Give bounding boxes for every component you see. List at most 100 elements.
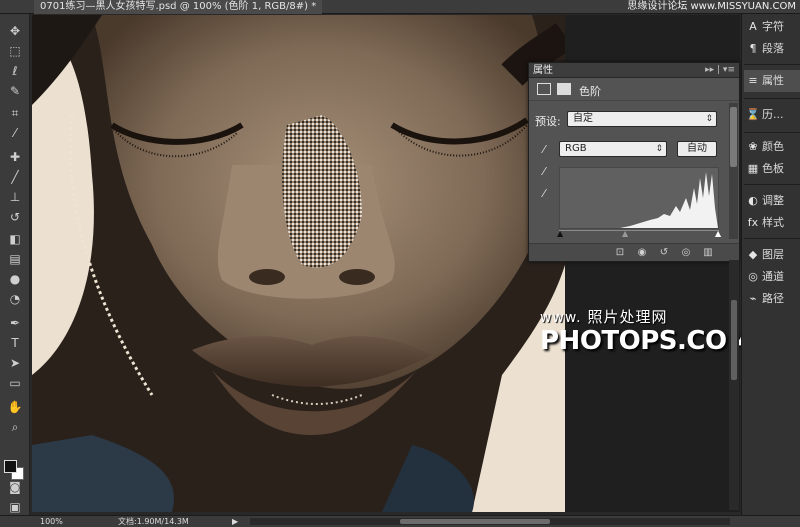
status-menu-arrow-icon[interactable]: ▶ [232, 516, 238, 527]
healing-brush-icon[interactable]: ✚ [5, 148, 25, 166]
screen-mode-icon[interactable]: ▣ [5, 498, 25, 516]
document-canvas[interactable] [32, 15, 565, 512]
dock-item-label: 段落 [762, 42, 784, 55]
set-gray-point-icon[interactable]: ⁄ [537, 165, 551, 179]
path-select-icon[interactable]: ➤ [5, 354, 25, 372]
dock-item-paragraph[interactable]: ¶ 段落 [744, 38, 800, 60]
properties-tab[interactable]: 属性 [533, 63, 553, 78]
layer-mask-icon[interactable] [557, 83, 571, 95]
dock-item-label: 颜色 [762, 140, 784, 153]
dock-item-adjustments[interactable]: ◐ 调整 [744, 190, 800, 212]
dock-item-paths[interactable]: ⌁ 路径 [744, 288, 800, 310]
dock-item-channels[interactable]: ◎ 通道 [744, 266, 800, 288]
layers-icon: ◆ [748, 248, 758, 261]
overlay-watermark-line1: www. 照片处理网 [540, 306, 668, 327]
dock-item-label: 图层 [762, 248, 784, 261]
midtone-slider[interactable]: ▲ [622, 229, 628, 238]
document-tab[interactable]: 0701练习—黑人女孩特写.psd @ 100% (色阶 1, RGB/8#) … [34, 0, 323, 14]
levels-histogram [559, 167, 719, 229]
blur-tool-icon[interactable]: ● [5, 270, 25, 288]
set-white-point-icon[interactable]: ⁄ [537, 187, 551, 201]
dock-item-history[interactable]: ⌛ 历... [744, 104, 800, 126]
zoom-level[interactable]: 100% [40, 516, 63, 527]
dock-item-swatches[interactable]: ▦ 色板 [744, 158, 800, 180]
dock-divider [744, 64, 800, 65]
paths-icon: ⌁ [749, 292, 757, 305]
site-watermark: 思缘设计论坛 www.MISSYUAN.COM [627, 1, 796, 12]
reset-icon[interactable]: ↺ [657, 246, 671, 260]
right-panel-dock: A 字符 ¶ 段落 ≡ 属性 ⌛ 历... ❀ 颜色 ▦ 色板 ◐ 调整 fx 样式 ◆ 图层 ◎… [741, 14, 800, 515]
properties-panel: 属性 ▸▸ | ▾≡ 色阶 预设: 自定 ⇕ ⁄ RGB ⇕ 自动 ⁄ ⁄ ▲ … [528, 62, 740, 262]
quick-mask-icon[interactable]: ◙ [5, 478, 25, 496]
lasso-tool-icon[interactable]: ℓ [5, 62, 25, 80]
clone-stamp-icon[interactable]: ⊥ [5, 188, 25, 206]
dock-item-label: 历... [762, 108, 784, 121]
dock-divider [744, 238, 800, 239]
view-previous-icon[interactable]: ◉ [635, 246, 649, 260]
type-tool-icon[interactable]: T [5, 334, 25, 352]
paragraph-icon: ¶ [749, 42, 757, 55]
document-size: 文档:1.90M/14.3M [118, 517, 189, 526]
quick-select-tool-icon[interactable]: ✎ [5, 82, 25, 100]
channel-value: RGB [565, 143, 587, 154]
dock-item-properties[interactable]: ≡ 属性 [744, 70, 800, 92]
dock-item-label: 色板 [762, 162, 784, 175]
overlay-watermark-line2: PHOTOPS.COM [540, 326, 752, 356]
dock-item-character[interactable]: A 字符 [744, 16, 800, 38]
dodge-tool-icon[interactable]: ◔ [5, 290, 25, 308]
document-tab-bar: 0701练习—黑人女孩特写.psd @ 100% (色阶 1, RGB/8#) … [0, 0, 800, 14]
dock-item-label: 通道 [762, 270, 784, 283]
scrollbar-thumb[interactable] [400, 519, 550, 524]
eyedropper-tool-icon[interactable]: ⁄ [5, 124, 25, 142]
status-bar: 100% 文档:1.90M/14.3M ▶ [0, 515, 800, 527]
zoom-tool-icon[interactable]: ⌕ [5, 418, 25, 436]
dock-divider [744, 184, 800, 185]
properties-scrollbar[interactable] [729, 103, 738, 239]
preset-label: 预设: [535, 115, 561, 128]
properties-icon: ≡ [748, 74, 758, 87]
clip-to-layer-icon[interactable]: ⊡ [613, 246, 627, 260]
delete-trash-icon[interactable]: ▥ [701, 246, 715, 260]
marquee-tool-icon[interactable]: ⬚ [5, 42, 25, 60]
canvas-vertical-scrollbar[interactable] [729, 260, 739, 510]
canvas-horizontal-scrollbar[interactable] [250, 518, 730, 525]
crop-tool-icon[interactable]: ⌗ [5, 104, 25, 122]
auto-button[interactable]: 自动 [677, 141, 717, 157]
levels-adjustment-icon [537, 83, 551, 95]
swatches-icon: ▦ [747, 162, 759, 175]
eraser-tool-icon[interactable]: ◧ [5, 230, 25, 248]
panel-menu-icon[interactable]: ▸▸ | ▾≡ [705, 63, 735, 78]
scrollbar-thumb[interactable] [731, 300, 737, 380]
dock-item-color[interactable]: ❀ 颜色 [744, 136, 800, 158]
color-icon: ❀ [748, 140, 758, 153]
dock-item-label: 调整 [762, 194, 784, 207]
dock-item-label: 路径 [762, 292, 784, 305]
styles-icon: fx [747, 216, 759, 229]
dock-divider [744, 98, 800, 99]
pen-tool-icon[interactable]: ✒ [5, 314, 25, 332]
move-tool-icon[interactable]: ✥ [5, 22, 25, 40]
channel-select[interactable]: RGB ⇕ [559, 141, 667, 157]
chevron-updown-icon: ⇕ [705, 114, 713, 124]
foreground-color-swatch[interactable] [4, 460, 17, 473]
dock-item-label: 字符 [762, 20, 784, 33]
set-black-point-icon[interactable]: ⁄ [537, 143, 551, 157]
history-icon: ⌛ [746, 108, 760, 121]
dock-item-styles[interactable]: fx 样式 [744, 212, 800, 234]
white-point-slider[interactable]: ▲ [715, 229, 721, 238]
history-brush-icon[interactable]: ↺ [5, 208, 25, 226]
visibility-eye-icon[interactable]: ◎ [679, 246, 693, 260]
shape-tool-icon[interactable]: ▭ [5, 374, 25, 392]
properties-header: 属性 ▸▸ | ▾≡ [529, 63, 739, 78]
scrollbar-thumb[interactable] [730, 107, 737, 167]
gradient-tool-icon[interactable]: ▤ [5, 250, 25, 268]
dock-item-label: 样式 [762, 216, 784, 229]
brush-tool-icon[interactable]: ╱ [5, 168, 25, 186]
dock-item-layers[interactable]: ◆ 图层 [744, 244, 800, 266]
dock-item-label: 属性 [762, 74, 784, 87]
hand-tool-icon[interactable]: ✋ [5, 398, 25, 416]
black-point-slider[interactable]: ▲ [557, 229, 563, 238]
properties-footer: ⊡ ◉ ↺ ◎ ▥ [529, 243, 739, 261]
adjustment-name: 色阶 [579, 85, 601, 98]
preset-select[interactable]: 自定 ⇕ [567, 111, 717, 127]
